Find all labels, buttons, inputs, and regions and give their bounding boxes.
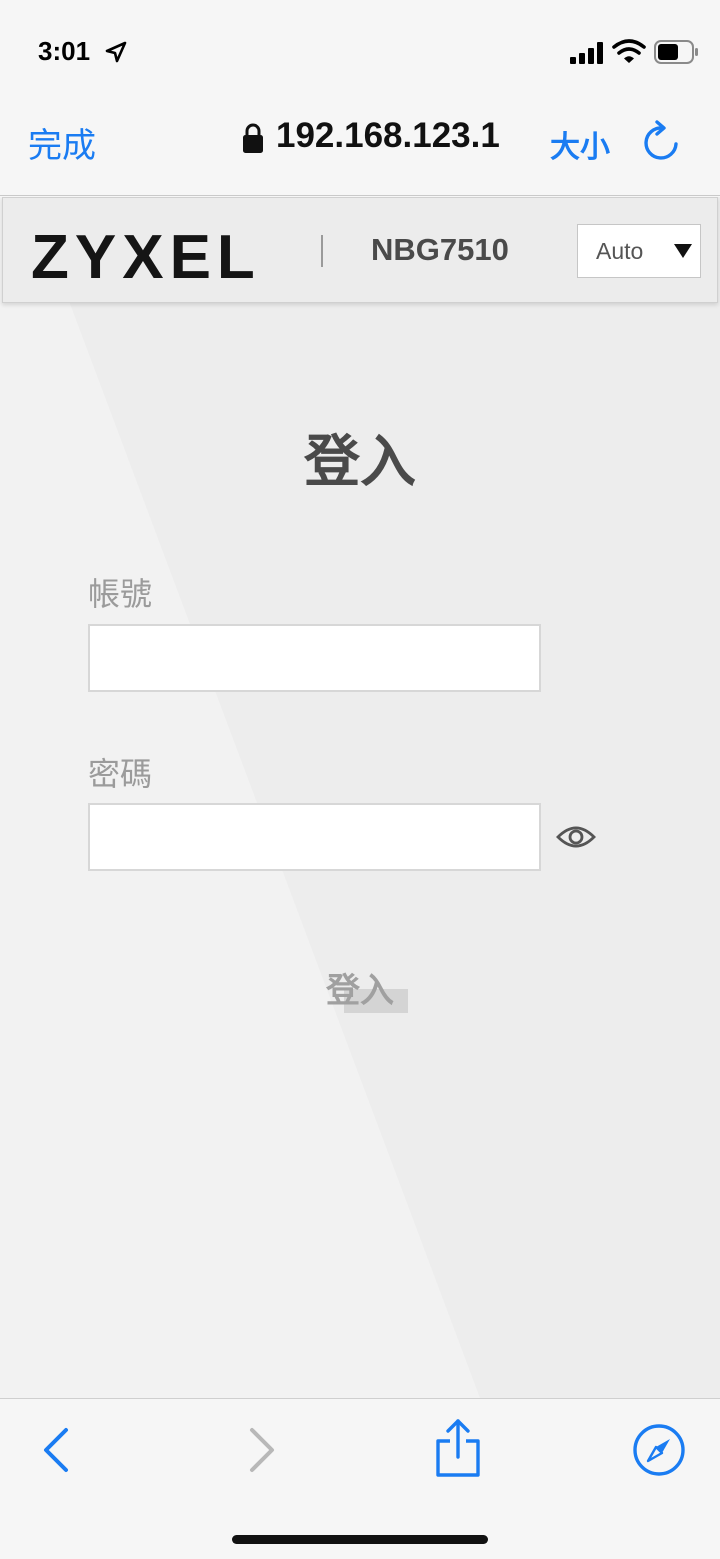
wifi-icon: [612, 39, 646, 63]
reload-icon[interactable]: [642, 120, 682, 162]
login-button-label: 登入: [326, 971, 394, 1011]
username-input[interactable]: [88, 624, 541, 692]
header-divider: [321, 235, 323, 267]
home-indicator: [232, 1535, 488, 1544]
compass-icon[interactable]: [632, 1423, 686, 1477]
safari-header: 完成 192.168.123.1 大小: [0, 100, 720, 196]
eye-icon[interactable]: [556, 823, 596, 851]
username-label: 帳號: [88, 575, 153, 613]
battery-icon: [654, 40, 698, 64]
login-button[interactable]: 登入: [326, 963, 408, 1013]
login-title: 登入: [304, 430, 416, 495]
caret-down-icon: [674, 244, 692, 258]
brand-logo: ZYXEL: [31, 223, 261, 292]
chevron-right-icon: [250, 1428, 274, 1472]
background-light-shape: [0, 197, 480, 1398]
share-icon[interactable]: [432, 1417, 484, 1479]
status-bar: 3:01: [0, 0, 720, 100]
location-arrow-icon: [105, 41, 127, 63]
chevron-left-icon[interactable]: [38, 1425, 72, 1475]
password-input[interactable]: [88, 803, 541, 871]
lock-icon: [243, 123, 263, 153]
status-time: 3:01: [38, 36, 91, 66]
router-header: ZYXEL NBG7510 Auto: [2, 197, 718, 303]
password-label: 密碼: [88, 755, 153, 793]
web-page: ZYXEL NBG7510 Auto 登入 帳號 密碼 登入: [0, 197, 720, 1398]
language-select-value: Auto: [596, 238, 644, 264]
done-button[interactable]: 完成: [28, 118, 96, 167]
cellular-signal-icon: [570, 42, 603, 64]
safari-toolbar: [0, 1398, 720, 1559]
text-size-button[interactable]: 大小: [550, 122, 610, 166]
model-name: NBG7510: [371, 232, 509, 267]
screen: 3:01 完成 192.168.123.1 大小 ZYXEL NBG7510 A…: [0, 0, 720, 1559]
url-text[interactable]: 192.168.123.1: [276, 116, 500, 156]
language-select[interactable]: Auto: [577, 224, 701, 278]
